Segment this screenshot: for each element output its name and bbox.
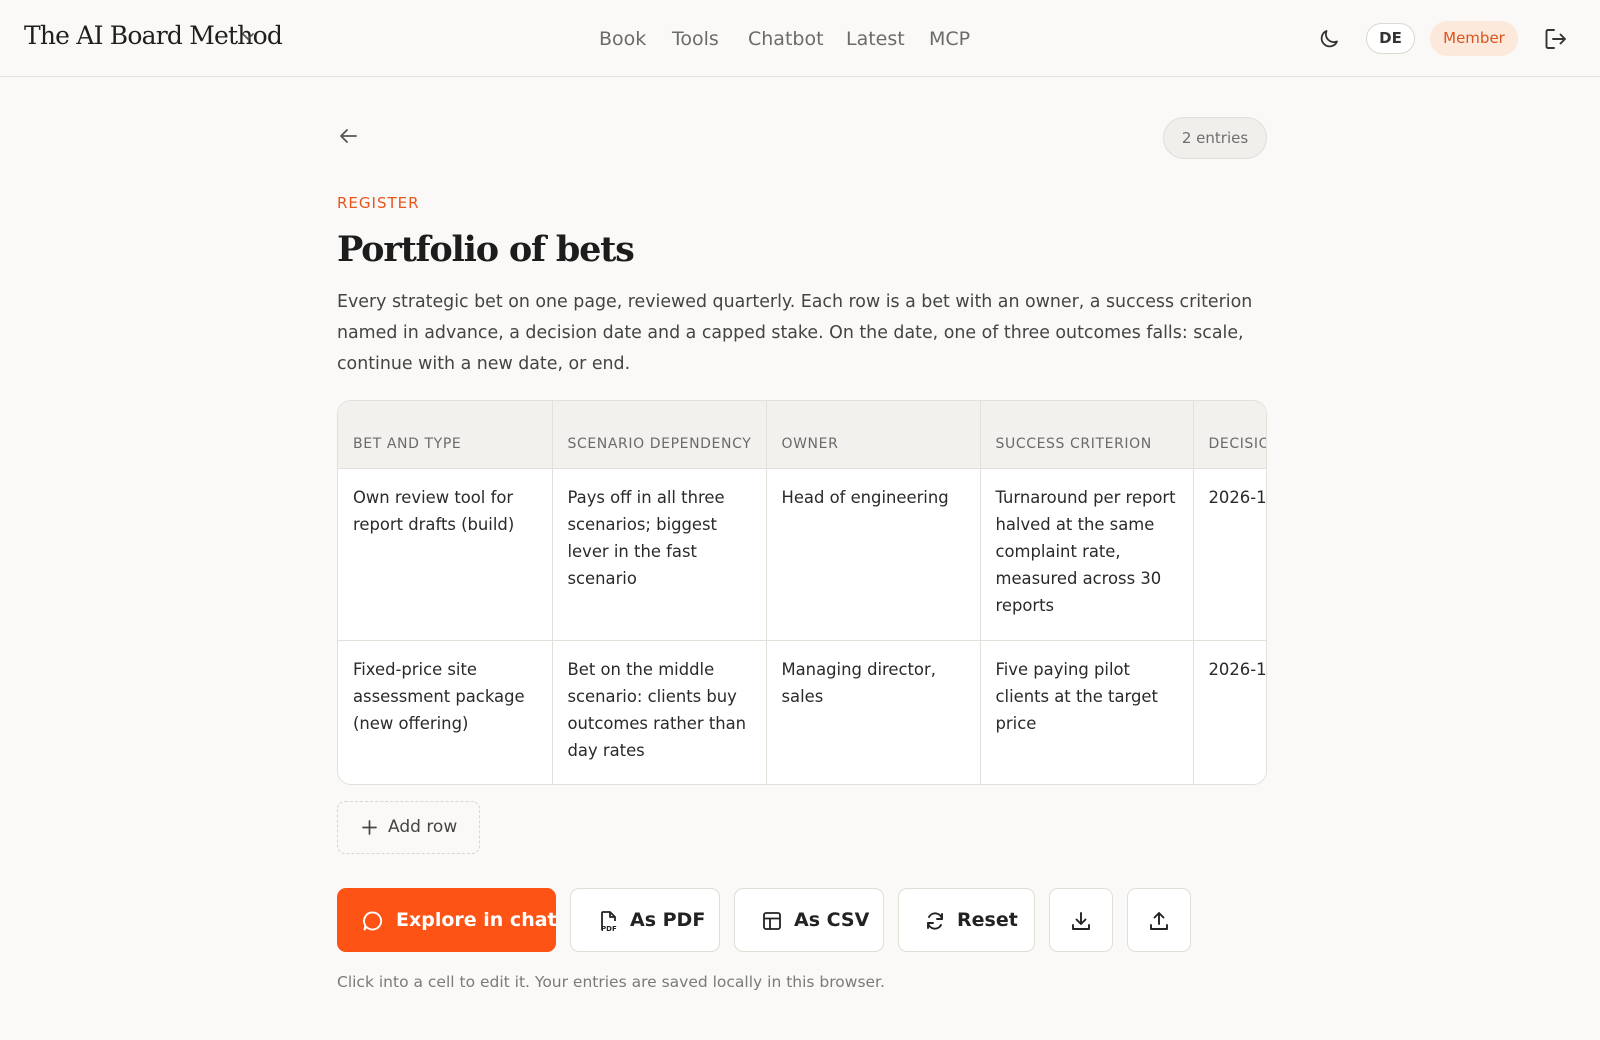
upload-icon xyxy=(1150,912,1168,930)
reset-button[interactable]: Reset xyxy=(898,888,1035,952)
column-header-decision: DECISION xyxy=(1192,401,1266,469)
page-description: Every strategic bet on one page, reviewe… xyxy=(337,292,1253,374)
pdf-label: As PDF xyxy=(630,909,706,931)
table-header-row: BET AND TYPE SCENARIO DEPENDENCY OWNER S… xyxy=(338,401,1266,469)
add-row-label: Add row xyxy=(388,817,458,837)
cell-scenario[interactable]: Bet on the middle scenario: clients buy … xyxy=(551,640,766,784)
explore-in-chat-button[interactable]: Explore in chat xyxy=(337,888,557,952)
page-title: Portfolio of bets xyxy=(337,229,635,270)
explore-label: Explore in chat xyxy=(396,909,557,931)
nav-book[interactable]: Book xyxy=(599,25,646,53)
cell-success[interactable]: Turnaround per report halved at the same… xyxy=(979,468,1193,641)
cell-scenario[interactable]: Pays off in all three scenarios; biggest… xyxy=(551,468,766,641)
top-header: The AI Board Method Book Tools Chatbot L… xyxy=(0,0,1600,77)
table-export-icon xyxy=(763,912,781,930)
cell-success[interactable]: Five paying pilot clients at the target … xyxy=(979,640,1193,784)
entries-count-badge: 2 entries xyxy=(1163,117,1267,159)
bets-table-container[interactable]: BET AND TYPE SCENARIO DEPENDENCY OWNER S… xyxy=(337,400,1267,785)
table-row: Own review tool for report drafts (build… xyxy=(338,468,1266,641)
chat-bubble-icon xyxy=(363,911,382,931)
nav-tools[interactable]: Tools xyxy=(672,25,719,53)
refresh-icon xyxy=(927,912,943,930)
language-toggle[interactable]: DE xyxy=(1366,23,1415,54)
nav-mcp[interactable]: MCP xyxy=(929,25,970,53)
nav-chatbot[interactable]: Chatbot xyxy=(748,25,824,53)
pdf-file-icon: PDF xyxy=(601,911,617,932)
edit-hint: Click into a cell to edit it. Your entri… xyxy=(337,973,885,991)
svg-text:PDF: PDF xyxy=(601,925,617,932)
reset-label: Reset xyxy=(957,909,1018,931)
upload-button[interactable] xyxy=(1127,888,1191,952)
nav-latest[interactable]: Latest xyxy=(846,25,905,53)
section-eyebrow: REGISTER xyxy=(337,194,420,212)
cell-bet[interactable]: Own review tool for report drafts (build… xyxy=(338,468,552,641)
column-header-success: SUCCESS CRITERION xyxy=(979,401,1193,469)
cell-bet[interactable]: Fixed-price site assessment package (new… xyxy=(338,640,552,784)
add-row-button[interactable]: Add row xyxy=(337,801,480,854)
moon-icon[interactable] xyxy=(1317,27,1341,51)
bets-table: BET AND TYPE SCENARIO DEPENDENCY OWNER S… xyxy=(338,401,1266,784)
plus-icon xyxy=(362,820,377,835)
member-badge[interactable]: Member xyxy=(1430,21,1518,56)
back-arrow-icon[interactable] xyxy=(337,125,359,147)
column-header-owner: OWNER xyxy=(765,401,980,469)
export-csv-button[interactable]: As CSV xyxy=(734,888,884,952)
column-header-scenario: SCENARIO DEPENDENCY xyxy=(551,401,766,469)
cell-owner[interactable]: Managing director, sales xyxy=(765,640,980,784)
download-button[interactable] xyxy=(1049,888,1113,952)
table-row: Fixed-price site assessment package (new… xyxy=(338,640,1266,784)
cell-decision[interactable]: 2026-1 xyxy=(1192,640,1266,784)
logout-icon[interactable] xyxy=(1543,26,1569,52)
column-header-bet: BET AND TYPE xyxy=(338,401,552,469)
export-pdf-button[interactable]: PDF As PDF xyxy=(570,888,720,952)
cell-decision[interactable]: 2026-1 xyxy=(1192,468,1266,641)
download-icon xyxy=(1072,912,1090,930)
cell-owner[interactable]: Head of engineering xyxy=(765,468,980,641)
chevron-down-icon[interactable] xyxy=(240,28,256,44)
csv-label: As CSV xyxy=(794,909,870,931)
